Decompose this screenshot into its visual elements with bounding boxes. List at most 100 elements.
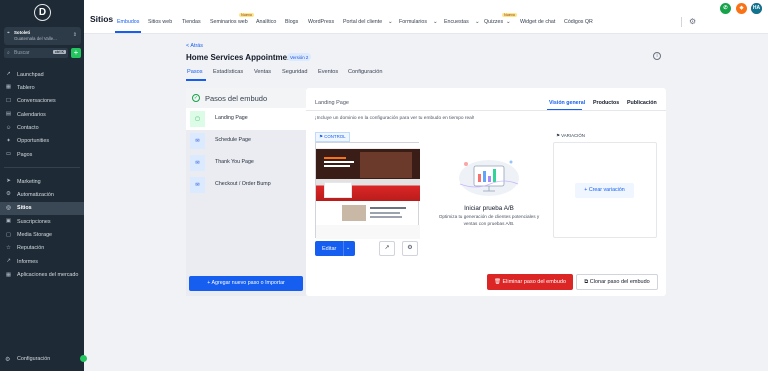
dashboard-icon: ▦ xyxy=(5,84,12,91)
sidebar-item-label: Opportunities xyxy=(17,138,50,145)
preview-hero-line xyxy=(324,165,350,167)
step-detail-card: Landing Page Visión general Productos Pu… xyxy=(306,88,666,296)
step-schedule-page[interactable]: ✉ Schedule Page xyxy=(186,130,306,152)
search-input[interactable]: ⌕ Buscar ctrl K xyxy=(4,48,68,58)
megaphone-icon[interactable]: ◆ xyxy=(736,3,747,14)
preview-photo xyxy=(342,205,366,221)
sidebar-item-configuracion[interactable]: ⚙ Configuración xyxy=(0,353,87,365)
sidebar-item-informes[interactable]: ↗ Informes xyxy=(0,255,84,268)
edit-button[interactable]: Editar ⌄ xyxy=(315,241,355,256)
subtab-configuracion[interactable]: Configuración xyxy=(348,69,383,75)
sidebar-item-contacto[interactable]: ☺ Contacto xyxy=(0,122,84,135)
new-badge: Nuevo xyxy=(502,13,517,17)
chevron-down-icon[interactable]: ⌄ xyxy=(388,19,392,25)
chat-icon: ☐ xyxy=(6,97,11,104)
tab-codigos-qr[interactable]: Códigos QR xyxy=(564,19,593,25)
subtab-pasos[interactable]: Pasos xyxy=(187,69,203,75)
payments-icon: ▭ xyxy=(5,151,12,158)
page-preview-thumbnail[interactable] xyxy=(315,142,420,239)
sidebar-item-calendarios[interactable]: ▤ Calendarios xyxy=(0,108,84,121)
chevron-down-icon[interactable]: ⌄ xyxy=(475,19,479,25)
sidebar-item-reputacion[interactable]: ☆ Reputación xyxy=(0,242,84,255)
preview-hero-line xyxy=(324,161,354,163)
tab-encuestas[interactable]: Encuestas xyxy=(444,19,469,25)
gear-icon[interactable]: ⚙ xyxy=(689,17,696,26)
tab-blogs[interactable]: Blogs xyxy=(285,19,298,25)
sidebar-nav-group-2: ➤ Marketing ⚙ Automatización ◎ Sitios ▣ Susc… xyxy=(0,175,84,282)
tab-quizzes[interactable]: Quizzes xyxy=(484,19,503,25)
sidebar-item-label: Marketing xyxy=(17,178,41,185)
sidebar-item-opportunities[interactable]: ✦ Opportunities xyxy=(0,135,84,148)
automation-icon: ⚙ xyxy=(6,191,11,198)
sidebar-item-pagos[interactable]: ▭ Pagos xyxy=(0,148,84,161)
preview-text-line xyxy=(370,212,400,214)
add-step-button[interactable]: + Agregar nuevo paso o Importar xyxy=(189,276,303,291)
step-thank-you-page[interactable]: ✉ Thank You Page xyxy=(186,152,306,174)
tab-widget-chat[interactable]: Widget de chat xyxy=(520,19,555,25)
tab-tiendas[interactable]: Tiendas xyxy=(182,19,201,25)
external-link-icon[interactable]: ↗ xyxy=(379,241,395,256)
back-link[interactable]: < Atrás xyxy=(186,43,203,49)
media-icon: ▢ xyxy=(5,231,12,238)
avatar[interactable]: HA xyxy=(751,3,762,14)
chevron-down-icon[interactable]: ⌄ xyxy=(346,245,350,251)
search-icon: ⌕ xyxy=(7,50,10,56)
subtab-seguridad[interactable]: Seguridad xyxy=(282,69,308,75)
tab-embudos[interactable]: Embudos xyxy=(117,19,139,25)
tab-portal-cliente[interactable]: Portal del cliente xyxy=(343,19,382,25)
sidebar-item-conversaciones[interactable]: ☐ Conversaciones xyxy=(0,95,84,108)
star-icon: ☆ xyxy=(6,244,11,251)
steps-header-label: Pasos del embudo xyxy=(205,94,268,103)
phone-icon[interactable]: ✆ xyxy=(720,3,731,14)
ab-test-description: Optimiza tu generación de clientes poten… xyxy=(438,214,540,226)
step-checkout[interactable]: ✉ Checkout / Order Bump xyxy=(186,174,306,196)
active-subtab-underline xyxy=(186,79,206,81)
notification-dot xyxy=(80,355,87,362)
funnel-title: Home Services Appointments xyxy=(186,53,300,62)
clone-step-button[interactable]: ⧉ Clonar paso del embudo xyxy=(576,274,658,290)
tab-wordpress[interactable]: WordPress xyxy=(308,19,334,25)
tab-vision-general[interactable]: Visión general xyxy=(549,100,585,106)
settings-icon[interactable]: ⚙ xyxy=(402,241,418,256)
create-variation-button[interactable]: + Crear variación xyxy=(575,183,634,198)
sidebar-item-automatizacion[interactable]: ⚙ Automatización xyxy=(0,188,84,201)
sidebar-item-marketing[interactable]: ➤ Marketing xyxy=(0,175,84,188)
tab-formularios[interactable]: Formularios xyxy=(399,19,427,25)
chevron-down-icon[interactable]: ⌄ xyxy=(433,19,437,25)
version-badge[interactable]: Versión 2 xyxy=(287,53,312,61)
top-bar: Sitios Embudos Sitios web Tiendas Semina… xyxy=(84,0,768,34)
preview-hero xyxy=(316,149,420,179)
step-landing-page[interactable]: ▢ Landing Page xyxy=(186,108,306,130)
subtab-eventos[interactable]: Eventos xyxy=(318,69,338,75)
preview-text-line xyxy=(370,216,402,218)
page-icon: ▢ xyxy=(190,111,205,127)
subtab-ventas[interactable]: Ventas xyxy=(254,69,271,75)
sidebar-item-launchpad[interactable]: ➚ Launchpad xyxy=(0,68,84,81)
tab-sitios-web[interactable]: Sitios web xyxy=(148,19,172,25)
info-icon[interactable]: i xyxy=(653,52,661,60)
sidebar-item-tablero[interactable]: ▦ Tablero xyxy=(0,81,84,94)
sidebar-item-media-storage[interactable]: ▢ Media Storage xyxy=(0,229,84,242)
tab-productos[interactable]: Productos xyxy=(593,100,619,106)
search-placeholder: Buscar xyxy=(14,50,30,56)
app-logo[interactable]: D xyxy=(34,4,51,21)
tab-publicacion[interactable]: Publicación xyxy=(627,100,657,106)
location-switcher[interactable]: ⌖ Sotoleti Guatemala del Valle... ⇕ xyxy=(4,27,81,45)
subtab-estadisticas[interactable]: Estadísticas xyxy=(213,69,243,75)
tab-seminarios-web[interactable]: Seminarios web xyxy=(210,19,248,25)
sidebar-item-label: Media Storage xyxy=(17,232,53,239)
sidebar-item-suscripciones[interactable]: ▣ Suscripciones xyxy=(0,215,84,228)
app-root: D ⌖ Sotoleti Guatemala del Valle... ⇕ ⌕ … xyxy=(0,0,768,371)
sidebar-item-sitios[interactable]: ◎ Sitios xyxy=(0,201,84,216)
preview-footer xyxy=(316,225,420,239)
sidebar-item-label: Pagos xyxy=(17,151,33,158)
delete-step-button[interactable]: 🗑 Eliminar paso del embudo xyxy=(487,274,573,290)
sidebar-item-aplicaciones[interactable]: ▦ Aplicaciones del mercado xyxy=(0,269,84,282)
tab-analitico[interactable]: Analítico xyxy=(256,19,276,25)
quick-add-button[interactable]: + xyxy=(71,48,81,58)
sidebar-item-label: Aplicaciones del mercado xyxy=(17,272,79,279)
reports-icon: ↗ xyxy=(6,258,11,265)
chevron-down-icon[interactable]: ⌄ xyxy=(506,19,510,25)
preview-text-line xyxy=(370,207,406,209)
control-label: ⚑ CONTROL xyxy=(315,132,350,142)
